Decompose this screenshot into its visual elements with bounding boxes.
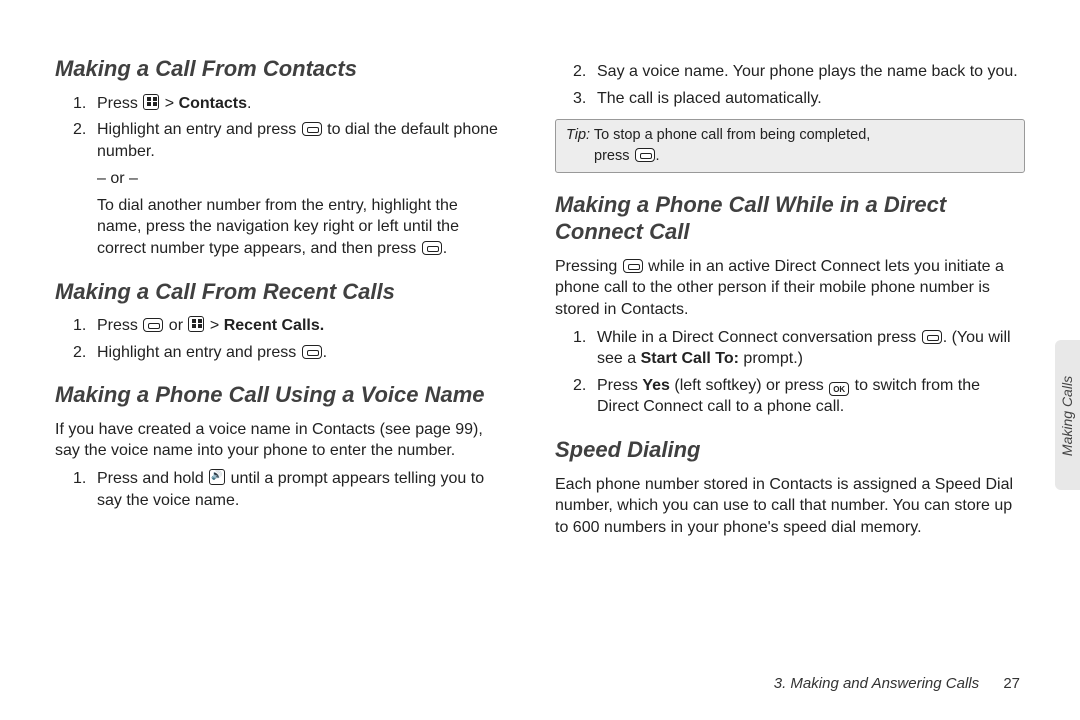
text: . bbox=[443, 240, 447, 257]
tip-box: Tip: To stop a phone call from being com… bbox=[555, 119, 1025, 173]
text: Say a voice name. Your phone plays the n… bbox=[597, 63, 1018, 80]
text: . bbox=[323, 344, 327, 361]
text: Highlight an entry and press bbox=[97, 344, 301, 361]
text: Press bbox=[597, 377, 642, 394]
bold-text: Recent Calls. bbox=[224, 317, 324, 334]
dc-intro: Pressing while in an active Direct Conne… bbox=[555, 256, 1025, 321]
side-tab-label: Making Calls bbox=[1059, 376, 1075, 456]
page-number: 27 bbox=[1003, 675, 1020, 692]
list-voice: 1. Press and hold until a prompt appears… bbox=[55, 468, 505, 511]
left-column: Making a Call From Contacts 1. Press > C… bbox=[55, 55, 505, 544]
text: To dial another number from the entry, h… bbox=[97, 197, 459, 257]
voice-intro: If you have created a voice name in Cont… bbox=[55, 419, 505, 462]
talk-key-icon bbox=[143, 318, 163, 332]
text: The call is placed automatically. bbox=[597, 90, 822, 107]
list-item: 2. Press Yes (left softkey) or press OK … bbox=[555, 375, 1025, 418]
list-item: 1. Press > Contacts. bbox=[55, 93, 505, 115]
text: > bbox=[160, 95, 178, 112]
text: . bbox=[247, 95, 251, 112]
talk-key-icon bbox=[922, 330, 942, 344]
text: While in a Direct Connect conversation p… bbox=[597, 329, 921, 346]
heading-speed-dial: Speed Dialing bbox=[555, 436, 1025, 464]
text: To stop a phone call from being complete… bbox=[590, 127, 870, 143]
talk-key-icon bbox=[623, 259, 643, 273]
talk-key-icon bbox=[302, 122, 322, 136]
text: Press bbox=[97, 95, 142, 112]
bold-text: Start Call To: bbox=[641, 350, 739, 367]
tip-label: Tip: bbox=[566, 127, 590, 143]
speaker-key-icon bbox=[209, 469, 225, 485]
list-item: 1. Press and hold until a prompt appears… bbox=[55, 468, 505, 511]
text: press bbox=[594, 148, 634, 164]
list-contacts: 1. Press > Contacts. 2. Highlight an ent… bbox=[55, 93, 505, 163]
list-voice-cont: 2.Say a voice name. Your phone plays the… bbox=[555, 61, 1025, 109]
text: (left softkey) or press bbox=[670, 377, 828, 394]
list-item: 2. Highlight an entry and press to dial … bbox=[55, 119, 505, 162]
text: prompt.) bbox=[739, 350, 803, 367]
bold-text: Contacts bbox=[179, 95, 247, 112]
list-recent: 1. Press or > Recent Calls. 2. Highlight… bbox=[55, 315, 505, 363]
text: . bbox=[656, 148, 660, 164]
chapter-label: 3. Making and Answering Calls bbox=[774, 675, 979, 692]
text: Press and hold bbox=[97, 470, 208, 487]
text: Pressing bbox=[555, 258, 622, 275]
bold-text: Yes bbox=[642, 377, 670, 394]
list-item: 1. While in a Direct Connect conversatio… bbox=[555, 327, 1025, 370]
heading-recent-calls: Making a Call From Recent Calls bbox=[55, 278, 505, 306]
end-key-icon bbox=[635, 148, 655, 162]
side-tab: Making Calls bbox=[1055, 340, 1080, 490]
list-item: 2. Highlight an entry and press . bbox=[55, 342, 505, 364]
list-item: 2.Say a voice name. Your phone plays the… bbox=[555, 61, 1025, 83]
alt-instruction: To dial another number from the entry, h… bbox=[55, 195, 505, 260]
text: > bbox=[205, 317, 223, 334]
talk-key-icon bbox=[422, 241, 442, 255]
menu-key-icon bbox=[188, 316, 204, 332]
right-column: 2.Say a voice name. Your phone plays the… bbox=[555, 55, 1025, 544]
manual-page: Making a Call From Contacts 1. Press > C… bbox=[0, 0, 1080, 574]
talk-key-icon bbox=[302, 345, 322, 359]
or-divider: – or – bbox=[55, 168, 505, 190]
text: or bbox=[164, 317, 187, 334]
heading-voice-name: Making a Phone Call Using a Voice Name bbox=[55, 381, 505, 409]
text: Press bbox=[97, 317, 142, 334]
menu-key-icon bbox=[143, 94, 159, 110]
list-item: 1. Press or > Recent Calls. bbox=[55, 315, 505, 337]
heading-direct-connect: Making a Phone Call While in a Direct Co… bbox=[555, 191, 1025, 246]
text: Highlight an entry and press bbox=[97, 121, 301, 138]
list-dc: 1. While in a Direct Connect conversatio… bbox=[555, 327, 1025, 418]
page-footer: 3. Making and Answering Calls 27 bbox=[774, 675, 1020, 692]
ok-key-icon: OK bbox=[829, 382, 849, 396]
speed-dial-body: Each phone number stored in Contacts is … bbox=[555, 474, 1025, 539]
list-item: 3.The call is placed automatically. bbox=[555, 88, 1025, 110]
heading-contacts: Making a Call From Contacts bbox=[55, 55, 505, 83]
